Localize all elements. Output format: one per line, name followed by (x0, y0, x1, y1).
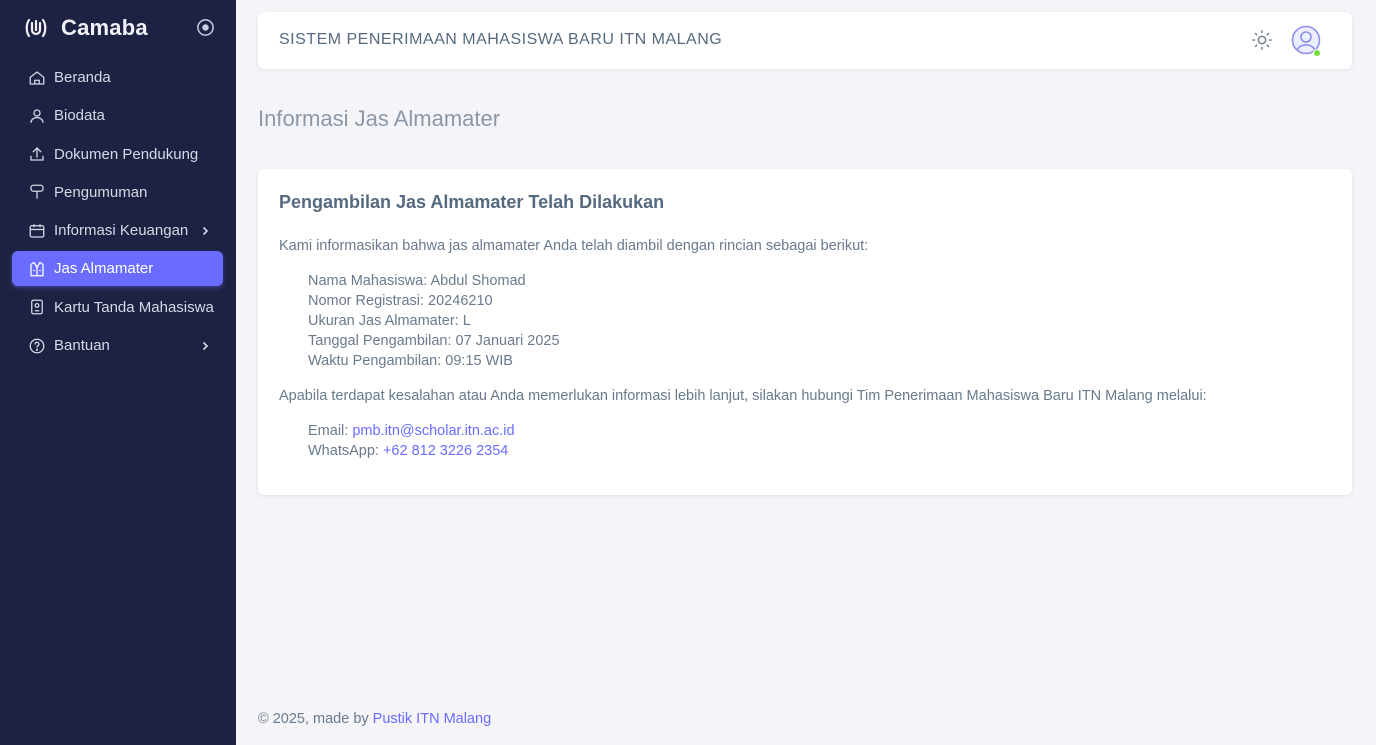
help-icon (28, 337, 46, 355)
sidebar-item-label: Jas Almamater (54, 260, 154, 278)
sidebar-item-biodata[interactable]: Biodata (12, 98, 223, 133)
contact-email-item: Email: pmb.itn@scholar.itn.ac.id (308, 421, 1331, 441)
email-link[interactable]: pmb.itn@scholar.itn.ac.id (352, 423, 514, 439)
sidebar-item-dokumen[interactable]: Dokumen Pendukung (12, 137, 223, 172)
brand-logo-icon (24, 16, 48, 40)
sidebar: Camaba Beranda Biodata Dokumen Pendukung (0, 0, 236, 745)
sidebar-item-label: Biodata (54, 107, 105, 125)
system-title: SISTEM PENERIMAAN MAHASISWA BARU ITN MAL… (279, 31, 723, 48)
footer: © 2025, made by Pustik ITN Malang (258, 711, 491, 727)
theme-toggle-sun-icon[interactable] (1251, 29, 1273, 51)
sidebar-item-ktm[interactable]: Kartu Tanda Mahasiswa (12, 290, 223, 325)
card-title: Pengambilan Jas Almamater Telah Dilakuka… (279, 192, 665, 212)
announcement-icon (28, 183, 46, 201)
sidebar-item-keuangan[interactable]: Informasi Keuangan (12, 213, 223, 248)
sidebar-item-label: Kartu Tanda Mahasiswa (54, 298, 214, 316)
contact-whatsapp-item: WhatsApp: +62 812 3226 2354 (308, 441, 1331, 461)
list-item: Ukuran Jas Almamater: L (308, 313, 471, 329)
sidebar-item-jas-almamater[interactable]: Jas Almamater (12, 251, 223, 287)
list-item: Tanggal Pengambilan: 07 Januari 2025 (308, 333, 560, 349)
list-item: Waktu Pengambilan: 09:15 WIB (308, 353, 513, 369)
sidebar-item-pengumuman[interactable]: Pengumuman (12, 175, 223, 210)
page-title: Informasi Jas Almamater (258, 106, 501, 131)
contact-text: Apabila terdapat kesalahan atau Anda mem… (279, 388, 1207, 404)
upload-icon (28, 145, 46, 163)
id-card-icon (28, 298, 46, 316)
email-label: Email: (308, 423, 353, 439)
info-card: Pengambilan Jas Almamater Telah Dilakuka… (258, 169, 1352, 495)
list-item: Nama Mahasiswa: Abdul Shomad (308, 273, 526, 289)
brand[interactable]: Camaba (24, 12, 220, 44)
finance-icon (28, 222, 46, 240)
whatsapp-label: WhatsApp: (308, 443, 383, 459)
sidebar-item-label: Informasi Keuangan (54, 222, 189, 240)
sidebar-item-label: Pengumuman (54, 183, 148, 201)
sidebar-item-beranda[interactable]: Beranda (12, 60, 223, 95)
sidebar-toggle-icon[interactable] (196, 18, 215, 37)
top-navbar: SISTEM PENERIMAAN MAHASISWA BARU ITN MAL… (258, 12, 1352, 69)
intro-text: Kami informasikan bahwa jas almamater An… (279, 238, 869, 254)
footer-link[interactable]: Pustik ITN Malang (373, 711, 491, 727)
brand-name: Camaba (61, 15, 148, 40)
jacket-icon (28, 260, 46, 278)
sidebar-item-bantuan[interactable]: Bantuan (12, 328, 223, 363)
list-item: Nomor Registrasi: 20246210 (308, 293, 493, 309)
whatsapp-link[interactable]: +62 812 3226 2354 (383, 443, 508, 459)
sidebar-item-label: Bantuan (54, 337, 110, 355)
footer-text: © 2025, made by (258, 711, 373, 727)
contact-list: Email: pmb.itn@scholar.itn.ac.id WhatsAp… (279, 421, 1331, 461)
chevron-right-icon (199, 224, 211, 236)
online-status-badge (1313, 49, 1321, 57)
sidebar-item-label: Dokumen Pendukung (54, 145, 199, 163)
sidebar-item-label: Beranda (54, 69, 111, 86)
chevron-right-icon (199, 339, 211, 351)
details-list: Nama Mahasiswa: Abdul Shomad Nomor Regis… (279, 271, 1331, 371)
home-icon (28, 69, 46, 87)
sidebar-menu: Beranda Biodata Dokumen Pendukung Pengum… (12, 60, 223, 366)
user-icon (28, 107, 46, 125)
